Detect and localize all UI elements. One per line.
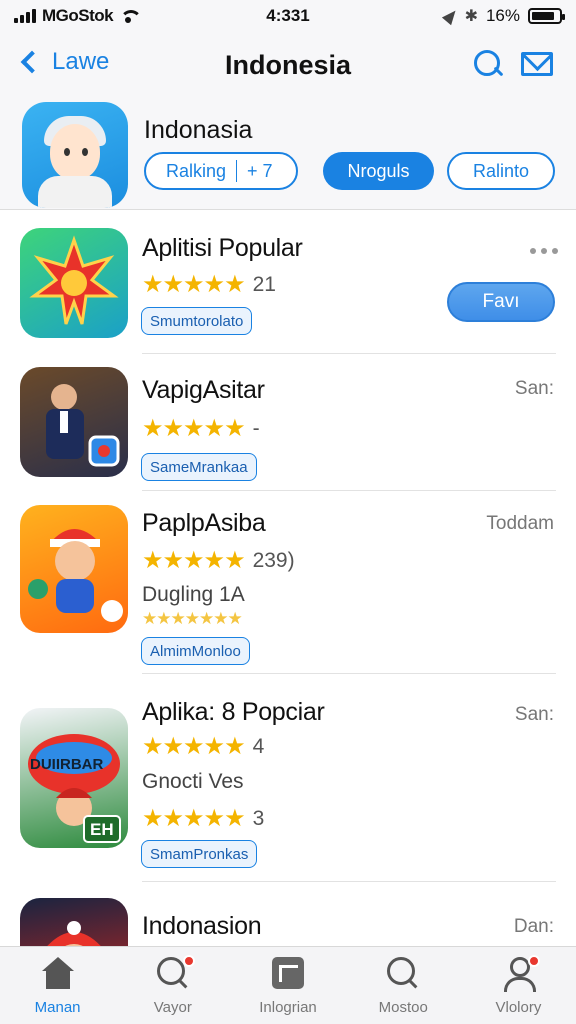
category-tag[interactable]: SmamPronkas <box>141 840 258 868</box>
tab-search[interactable]: Vayor <box>115 947 230 1024</box>
list-item[interactable]: Aplitisi Popular ★★★★★ 21 Smumtorolato F… <box>0 210 576 354</box>
cartoon-kid-icon <box>28 529 123 622</box>
app-icon[interactable] <box>22 102 128 208</box>
mail-icon[interactable] <box>521 52 553 76</box>
location-icon <box>441 6 460 26</box>
rating-count: 239) <box>252 548 295 572</box>
list-item[interactable]: PaplpAsiba ★★★★★ 239) Dugling 1A ★★★★★★★… <box>0 491 576 674</box>
tab-label: Inlogrian <box>259 999 317 1016</box>
app-header: Indonasia Ralking + 7 Nroguls Ralinto <box>0 96 576 210</box>
star-icons: ★★★★★ <box>142 271 246 298</box>
ranking-label: Ralking <box>166 160 227 181</box>
search-icon[interactable] <box>474 50 504 80</box>
star-icons: ★★★★★ <box>142 415 246 442</box>
row-meta: Toddam <box>486 513 554 534</box>
tab-news[interactable]: Inlogrian <box>230 947 345 1024</box>
list-item[interactable]: DUIIRBAR EH Aplika: 8 Popciar ★★★★★ 4 Gn… <box>0 674 576 882</box>
rating-count: 3 <box>252 806 265 830</box>
back-label: Lawe <box>52 48 110 75</box>
app-subtitle: Gnocti Ves <box>142 770 244 793</box>
character-eye <box>64 148 70 156</box>
tab-label: Vayor <box>153 999 192 1016</box>
row-meta: Dan: <box>513 916 554 937</box>
list-item[interactable]: Indonasion ★★★★★ 90 Dan: <box>0 882 576 946</box>
businessman-icon <box>46 384 120 467</box>
tab-explore[interactable]: Mostoo <box>346 947 461 1024</box>
fav-button[interactable]: Favı <box>447 282 555 322</box>
rating-count: 4 <box>252 734 265 758</box>
app-list: Aplitisi Popular ★★★★★ 21 Smumtorolato F… <box>0 210 576 946</box>
category-tag[interactable]: SameMrankaa <box>141 453 257 481</box>
search-icon <box>385 957 421 991</box>
status-bar: MGoStok 4:331 ✱ 16% <box>0 0 576 32</box>
ranking-extra: + 7 <box>247 160 273 181</box>
row-meta: San: <box>514 378 554 399</box>
star-icons: ★★★★★ <box>142 805 246 832</box>
wifi-icon <box>119 9 143 23</box>
app-title: PaplpAsiba <box>142 509 266 537</box>
star-badge-icon <box>29 235 119 325</box>
rating-count: 21 <box>252 272 276 296</box>
app-icon: DUIIRBAR EH <box>20 708 128 848</box>
list-item[interactable]: VapigAsitar ★★★★★ - SameMrankaa San: <box>0 354 576 491</box>
secondary-rating-stars: ★★★★★ 3 <box>142 804 264 833</box>
app-name: Indonasia <box>144 116 253 144</box>
icon-badge-text: EH <box>90 820 114 839</box>
app-title: Aplitisi Popular <box>142 234 303 262</box>
news-icon <box>270 957 306 991</box>
person-icon <box>500 955 541 992</box>
filled-pill-button[interactable]: Nroguls <box>323 152 434 190</box>
category-tag[interactable]: Smumtorolato <box>141 307 253 335</box>
secondary-stars: ★★★★★★★ <box>142 609 243 628</box>
tab-label: Vlolory <box>495 999 542 1016</box>
bluetooth-icon: ✱ <box>464 8 478 25</box>
signal-icon <box>14 9 36 23</box>
battery-percent: 16% <box>485 6 520 25</box>
tab-bar: Manan Vayor Inlogrian Mostoo Vlolory <box>0 946 576 1024</box>
rating-stars: ★★★★★ - <box>142 414 260 443</box>
tab-label: Mostoo <box>378 999 428 1016</box>
app-subtitle: Dugling 1A <box>142 583 245 606</box>
row-meta: San: <box>514 704 554 725</box>
rating-stars: ★★★★★ 21 <box>142 270 276 299</box>
back-button[interactable]: Lawe <box>18 48 109 76</box>
tab-label: Manan <box>34 999 81 1016</box>
app-title: VapigAsitar <box>142 376 265 404</box>
carrier-name: MGoStok <box>42 6 114 25</box>
home-icon <box>40 957 76 991</box>
category-tag[interactable]: AlmimMonloo <box>141 637 250 665</box>
character-eye <box>82 148 88 156</box>
navigation-bar: Lawe Indonesia <box>0 32 576 96</box>
app-icon <box>20 505 128 633</box>
battery-icon <box>528 8 565 24</box>
pill-divider <box>236 160 238 182</box>
notification-badge <box>528 955 541 967</box>
cartoon-kid-icon <box>47 921 101 946</box>
star-icons: ★★★★★ <box>142 733 246 760</box>
character-face <box>50 124 100 180</box>
rating-count: - <box>252 416 260 440</box>
search-icon <box>155 955 195 991</box>
character-body <box>38 176 112 208</box>
rating-stars: ★★★★★ 239) <box>142 546 295 575</box>
tab-home[interactable]: Manan <box>0 947 115 1024</box>
icon-logo-text: DUIIRBAR <box>30 756 104 773</box>
app-icon <box>20 898 128 946</box>
outline-pill-button[interactable]: Ralinto <box>447 152 555 190</box>
app-title: Indonasion <box>142 912 262 940</box>
tab-profile[interactable]: Vlolory <box>461 947 576 1024</box>
app-title: Aplika: 8 Popciar <box>142 698 325 726</box>
rating-stars: ★★★★★ 4 <box>142 732 264 761</box>
ranking-button[interactable]: Ralking + 7 <box>144 152 298 190</box>
star-icons: ★★★★★ <box>142 547 246 574</box>
battery-fill <box>532 12 555 20</box>
notification-badge <box>182 955 195 967</box>
app-icon <box>20 228 128 338</box>
app-icon <box>20 367 128 477</box>
more-options-icon[interactable] <box>530 248 558 254</box>
chevron-left-icon <box>20 50 44 74</box>
